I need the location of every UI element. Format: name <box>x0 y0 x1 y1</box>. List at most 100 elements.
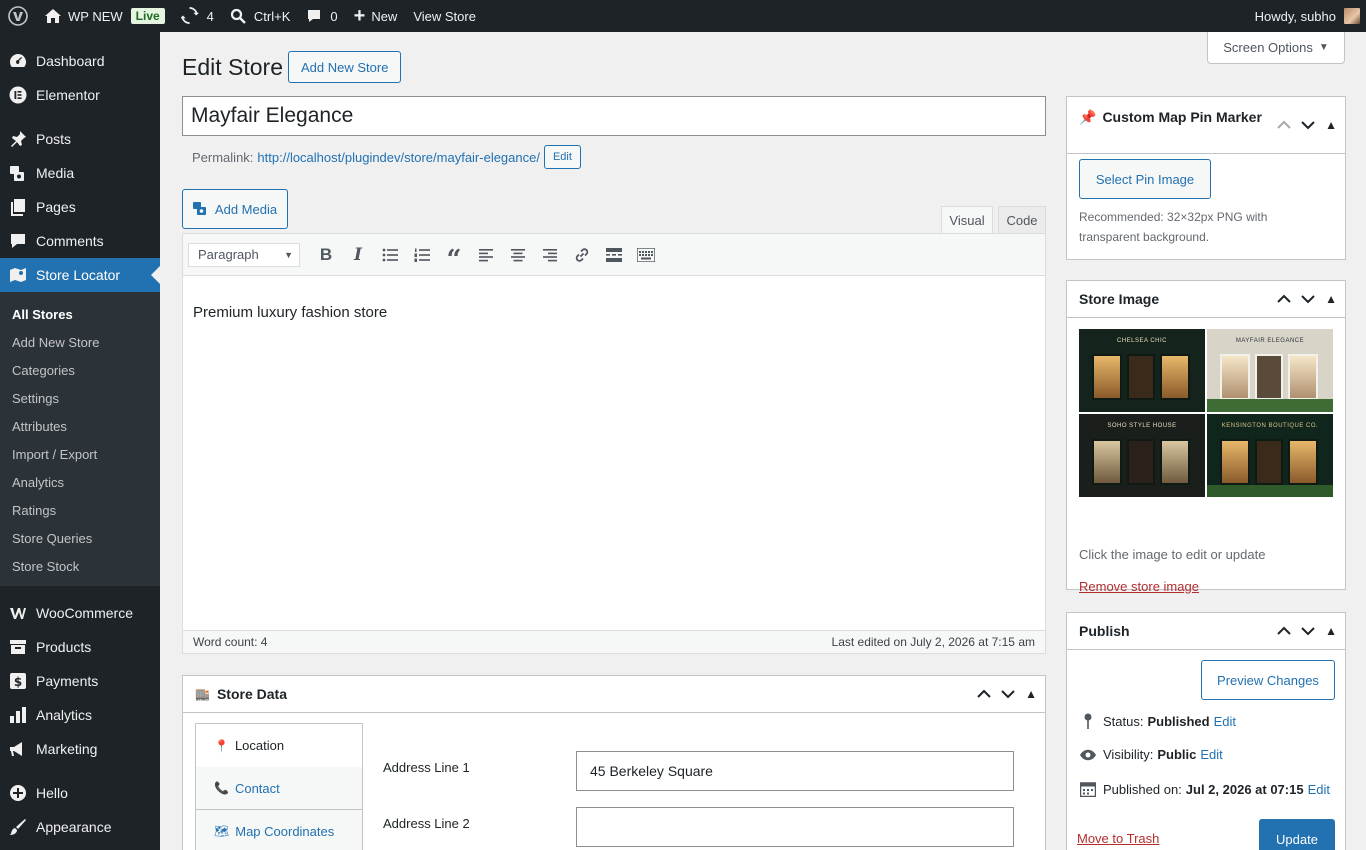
move-down-icon[interactable] <box>1301 294 1315 304</box>
tab-contact[interactable]: 📞 Contact <box>196 767 362 810</box>
submenu-categories[interactable]: Categories <box>0 356 160 384</box>
submenu-all-stores[interactable]: All Stores <box>0 300 160 328</box>
store-image-thumbnail[interactable]: CHELSEA CHIC MAYFAIR ELEGANCE SOHO STYLE… <box>1079 329 1333 497</box>
sidebar-item-products[interactable]: Products <box>0 630 160 664</box>
screen-options-button[interactable]: Screen Options ▼ <box>1207 32 1345 64</box>
move-up-icon[interactable] <box>1277 626 1291 636</box>
collapse-toggle-icon[interactable]: ▲ <box>1325 624 1337 638</box>
move-up-icon[interactable] <box>1277 294 1291 304</box>
search-link[interactable]: Ctrl+K <box>222 0 298 32</box>
sidebar-item-comments[interactable]: Comments <box>0 224 160 258</box>
read-more-button[interactable] <box>598 240 630 270</box>
new-content-link[interactable]: + New <box>346 0 406 32</box>
submenu-attributes[interactable]: Attributes <box>0 412 160 440</box>
move-up-icon[interactable] <box>1277 120 1291 130</box>
sidebar-label: Payments <box>36 673 99 689</box>
publish-header[interactable]: Publish ▲ <box>1067 613 1345 650</box>
collapse-toggle-icon[interactable]: ▲ <box>1325 115 1337 135</box>
submenu-ratings[interactable]: Ratings <box>0 496 160 524</box>
preview-changes-button[interactable]: Preview Changes <box>1201 660 1335 700</box>
tab-label: Map Coordinates <box>235 823 335 839</box>
sidebar-item-appearance[interactable]: Appearance <box>0 810 160 844</box>
sidebar-item-posts[interactable]: Posts <box>0 122 160 156</box>
site-name-link[interactable]: WP NEW Live <box>36 0 173 32</box>
tab-label: Contact <box>234 780 280 796</box>
submenu-store-stock[interactable]: Store Stock <box>0 552 160 580</box>
post-title-input[interactable]: Mayfair Elegance <box>182 96 1046 136</box>
collapse-toggle-icon[interactable]: ▲ <box>1025 687 1037 701</box>
field-label: Address Line 2 <box>383 816 470 831</box>
align-right-button[interactable] <box>534 240 566 270</box>
submenu-add-new-store[interactable]: Add New Store <box>0 328 160 356</box>
move-down-icon[interactable] <box>1001 689 1015 699</box>
collapse-toggle-icon[interactable]: ▲ <box>1325 292 1337 306</box>
eye-icon <box>1079 749 1097 761</box>
sidebar-item-elementor[interactable]: Elementor <box>0 78 160 112</box>
sidebar-item-woocommerce[interactable]: WooCommerce <box>0 596 160 630</box>
edit-visibility-link[interactable]: Edit <box>1200 747 1222 762</box>
store-data-header[interactable]: 🏬 Store Data ▲ <box>183 676 1045 713</box>
link-button[interactable] <box>566 240 598 270</box>
select-pin-image-button[interactable]: Select Pin Image <box>1079 159 1211 199</box>
address-line-1-input[interactable]: 45 Berkeley Square <box>576 751 1014 791</box>
blockquote-button[interactable]: “ <box>438 240 470 273</box>
editor-content[interactable]: Premium luxury fashion store <box>183 276 1045 349</box>
update-button[interactable]: Update <box>1259 819 1335 850</box>
calendar-icon <box>1079 781 1097 797</box>
move-up-icon[interactable] <box>977 689 991 699</box>
move-down-icon[interactable] <box>1301 120 1315 130</box>
sidebar-item-store-locator[interactable]: Store Locator <box>0 258 160 292</box>
link-icon <box>575 247 589 262</box>
numbered-list-button[interactable] <box>406 240 438 270</box>
wordpress-logo-icon[interactable] <box>0 0 36 32</box>
remove-store-image-link[interactable]: Remove store image <box>1079 579 1199 594</box>
sidebar-item-analytics[interactable]: Analytics <box>0 698 160 732</box>
move-down-icon[interactable] <box>1301 626 1315 636</box>
italic-button[interactable]: I <box>342 240 374 270</box>
edit-date-link[interactable]: Edit <box>1308 782 1330 797</box>
sidebar-item-hello[interactable]: Hello <box>0 776 160 810</box>
pin-icon <box>1079 713 1097 729</box>
tab-visual[interactable]: Visual <box>941 206 993 234</box>
format-select[interactable]: Paragraph ▼ <box>188 242 300 267</box>
store-image-header[interactable]: Store Image ▲ <box>1067 281 1345 318</box>
align-center-button[interactable] <box>502 240 534 270</box>
permalink-edit-button[interactable]: Edit <box>543 145 581 169</box>
address-line-2-input[interactable] <box>576 807 1014 847</box>
account-menu[interactable]: Howdy, subho <box>1247 0 1366 32</box>
brush-icon <box>8 817 28 837</box>
permalink-url-link[interactable]: http://localhost/plugindev/store/mayfair… <box>257 150 540 165</box>
add-media-button[interactable]: Add Media <box>182 189 288 229</box>
tab-map-coordinates[interactable]: 🗺 Map Coordinates <box>196 810 362 850</box>
permalink-row: Permalink: http://localhost/plugindev/st… <box>192 145 581 169</box>
add-new-store-button[interactable]: Add New Store <box>288 51 402 83</box>
pin-marker-header[interactable]: 📌 Custom Map Pin Marker ▲ <box>1067 97 1345 154</box>
edit-status-link[interactable]: Edit <box>1214 714 1236 729</box>
pin-help-text: Recommended: 32×32px PNG with transparen… <box>1079 210 1268 244</box>
submenu-settings[interactable]: Settings <box>0 384 160 412</box>
caret-down-icon: ▼ <box>1318 42 1329 53</box>
move-to-trash-link[interactable]: Move to Trash <box>1077 831 1159 846</box>
sidebar-item-media[interactable]: Media <box>0 156 160 190</box>
align-left-button[interactable] <box>470 240 502 270</box>
field-label: Address Line 1 <box>383 760 470 775</box>
submenu-analytics[interactable]: Analytics <box>0 468 160 496</box>
tab-location[interactable]: 📍 Location <box>196 724 362 767</box>
comments-link[interactable]: 0 <box>298 0 345 32</box>
sidebar-item-pages[interactable]: Pages <box>0 190 160 224</box>
pages-icon <box>8 197 28 217</box>
toolbar-toggle-button[interactable] <box>630 240 662 270</box>
submenu-store-queries[interactable]: Store Queries <box>0 524 160 552</box>
submenu-import-export[interactable]: Import / Export <box>0 440 160 468</box>
sidebar-label: Hello <box>36 785 68 801</box>
howdy-text: Howdy, subho <box>1254 8 1336 24</box>
bullet-list-button[interactable] <box>374 240 406 270</box>
tab-code[interactable]: Code <box>998 206 1046 234</box>
sidebar-item-dashboard[interactable]: Dashboard <box>0 44 160 78</box>
sidebar-item-marketing[interactable]: Marketing <box>0 732 160 766</box>
updates-link[interactable]: 4 <box>173 0 222 32</box>
view-store-link[interactable]: View Store <box>405 0 484 32</box>
sidebar-item-payments[interactable]: $ Payments <box>0 664 160 698</box>
elementor-icon <box>8 85 28 105</box>
bold-button[interactable]: B <box>310 240 342 270</box>
